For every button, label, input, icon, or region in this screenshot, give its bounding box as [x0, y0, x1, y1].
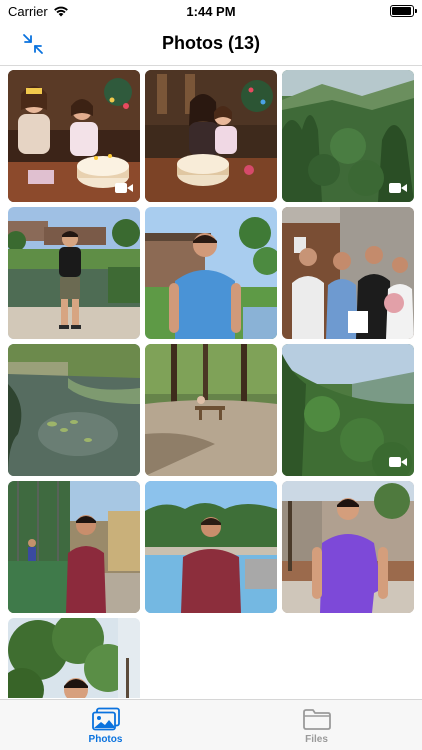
battery-fill — [392, 7, 411, 15]
photo-thumbnail — [145, 207, 277, 339]
photo-tile[interactable] — [8, 344, 140, 476]
photo-tile[interactable] — [8, 618, 140, 698]
photo-tile[interactable] — [282, 481, 414, 613]
status-left: Carrier — [8, 4, 69, 19]
photos-icon — [91, 707, 120, 731]
photo-tile[interactable] — [282, 344, 414, 476]
photo-thumbnail — [282, 207, 414, 339]
wifi-icon — [53, 6, 68, 17]
photo-thumbnail — [145, 481, 277, 613]
video-camera-icon — [389, 457, 407, 467]
tab-photos-label: Photos — [88, 734, 123, 745]
folder-icon — [302, 709, 331, 730]
photo-grid — [8, 70, 414, 698]
page-title: Photos (13) — [161, 33, 260, 53]
photo-thumbnail — [8, 481, 140, 613]
tab-bar: Photos Files — [0, 699, 422, 750]
photo-thumbnail — [8, 207, 140, 339]
video-camera-icon — [389, 183, 407, 193]
photo-tile[interactable] — [8, 207, 140, 339]
photo-tile[interactable] — [145, 207, 277, 339]
status-bar: Carrier 1:44 PM — [0, 0, 422, 22]
tab-photos[interactable]: Photos — [0, 700, 211, 750]
photo-thumbnail — [282, 481, 414, 613]
video-camera-icon — [115, 183, 133, 193]
collapse-button[interactable] — [20, 31, 46, 57]
battery-icon — [390, 5, 417, 17]
photo-thumbnail — [145, 344, 277, 476]
photo-thumbnail — [145, 70, 277, 202]
carrier-label: Carrier — [8, 3, 48, 19]
photo-tile[interactable] — [282, 70, 414, 202]
photo-thumbnail — [8, 344, 140, 476]
navigation-bar: Photos (13) — [0, 22, 422, 66]
photo-tile[interactable] — [145, 344, 277, 476]
photo-tile[interactable] — [8, 481, 140, 613]
photo-tile[interactable] — [282, 207, 414, 339]
collapse-arrows-icon — [23, 34, 43, 54]
tab-files-label: Files — [305, 734, 328, 745]
photo-thumbnail — [8, 618, 140, 698]
photo-tile[interactable] — [8, 70, 140, 202]
tab-files[interactable]: Files — [211, 700, 422, 750]
photo-tile[interactable] — [145, 481, 277, 613]
photo-tile[interactable] — [145, 70, 277, 202]
